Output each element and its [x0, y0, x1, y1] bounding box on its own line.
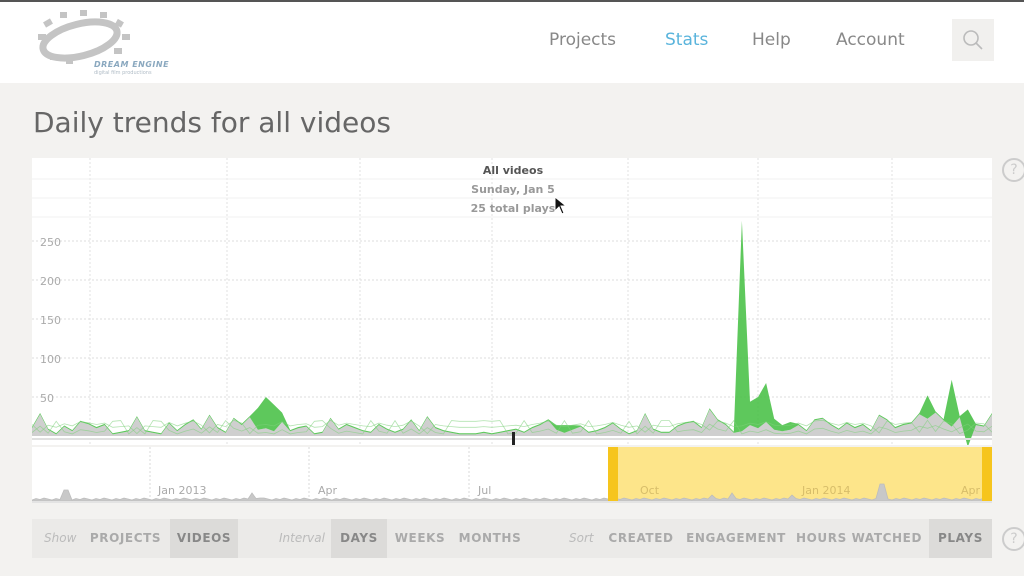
y-tick-label: 200	[40, 275, 61, 288]
chart-controls-bar: Show PROJECTS VIDEOS Interval DAYS WEEKS…	[32, 519, 992, 558]
selection-handle-right[interactable]	[982, 447, 992, 503]
interval-months-button[interactable]: MONTHS	[454, 519, 526, 558]
controls-help-icon[interactable]: ?	[1002, 527, 1024, 551]
search-icon	[963, 30, 983, 50]
selection-handle-left[interactable]	[608, 447, 618, 503]
y-tick-label: 50	[40, 392, 54, 405]
show-label: Show	[44, 531, 77, 545]
nav-account[interactable]: Account	[836, 30, 905, 50]
chart-tooltip: All videos Sunday, Jan 5 25 total plays	[413, 161, 613, 218]
search-button[interactable]	[952, 19, 994, 61]
sort-created-button[interactable]: CREATED	[601, 519, 681, 558]
overview-tick-label: Jan 2013	[158, 484, 207, 497]
y-tick-label: 250	[40, 236, 61, 249]
overview-baseline	[32, 501, 992, 503]
show-videos-button[interactable]: VIDEOS	[170, 519, 238, 558]
sort-engagement-button[interactable]: ENGAGEMENT	[684, 519, 788, 558]
selection-range[interactable]	[608, 447, 992, 503]
overview-tick-label: Jan 2014	[802, 484, 851, 497]
interval-weeks-button[interactable]: WEEKS	[390, 519, 450, 558]
interval-label: Interval	[279, 531, 325, 545]
interval-days-button[interactable]: DAYS	[331, 519, 387, 558]
hover-marker	[512, 432, 515, 445]
sort-label: Sort	[569, 531, 594, 545]
tooltip-title: All videos	[482, 164, 544, 177]
mouse-cursor-icon	[554, 196, 568, 215]
show-projects-button[interactable]: PROJECTS	[82, 519, 169, 558]
nav-projects[interactable]: Projects	[549, 30, 616, 50]
tooltip-plays: 25 total plays	[470, 202, 556, 215]
sort-hours-watched-button[interactable]: HOURS WATCHED	[794, 519, 924, 558]
overview-tick-label: Jul	[478, 484, 492, 497]
logo-text: DREAM ENGINE	[94, 60, 170, 69]
chart-help-icon[interactable]: ?	[1002, 158, 1024, 182]
logo-subtext: digital film productions	[94, 70, 152, 76]
overview-tick-label: Apr	[318, 484, 338, 497]
chart-series	[31, 220, 993, 447]
series-area-top-video	[32, 220, 992, 447]
nav-stats[interactable]: Stats	[665, 30, 708, 50]
sort-plays-button[interactable]: PLAYS	[929, 519, 992, 558]
overview-tick-label: Oct	[640, 484, 660, 497]
dream-engine-logo[interactable]: DREAM ENGINE digital film productions	[30, 10, 169, 76]
nav-help[interactable]: Help	[752, 30, 791, 50]
page-title: Daily trends for all videos	[33, 106, 391, 139]
y-tick-label: 100	[40, 353, 61, 366]
overview-tick-label: Apr	[961, 484, 981, 497]
site-header: DREAM ENGINE digital film productions Pr…	[0, 2, 1024, 83]
tooltip-date: Sunday, Jan 5	[471, 183, 555, 196]
y-tick-label: 150	[40, 314, 61, 327]
